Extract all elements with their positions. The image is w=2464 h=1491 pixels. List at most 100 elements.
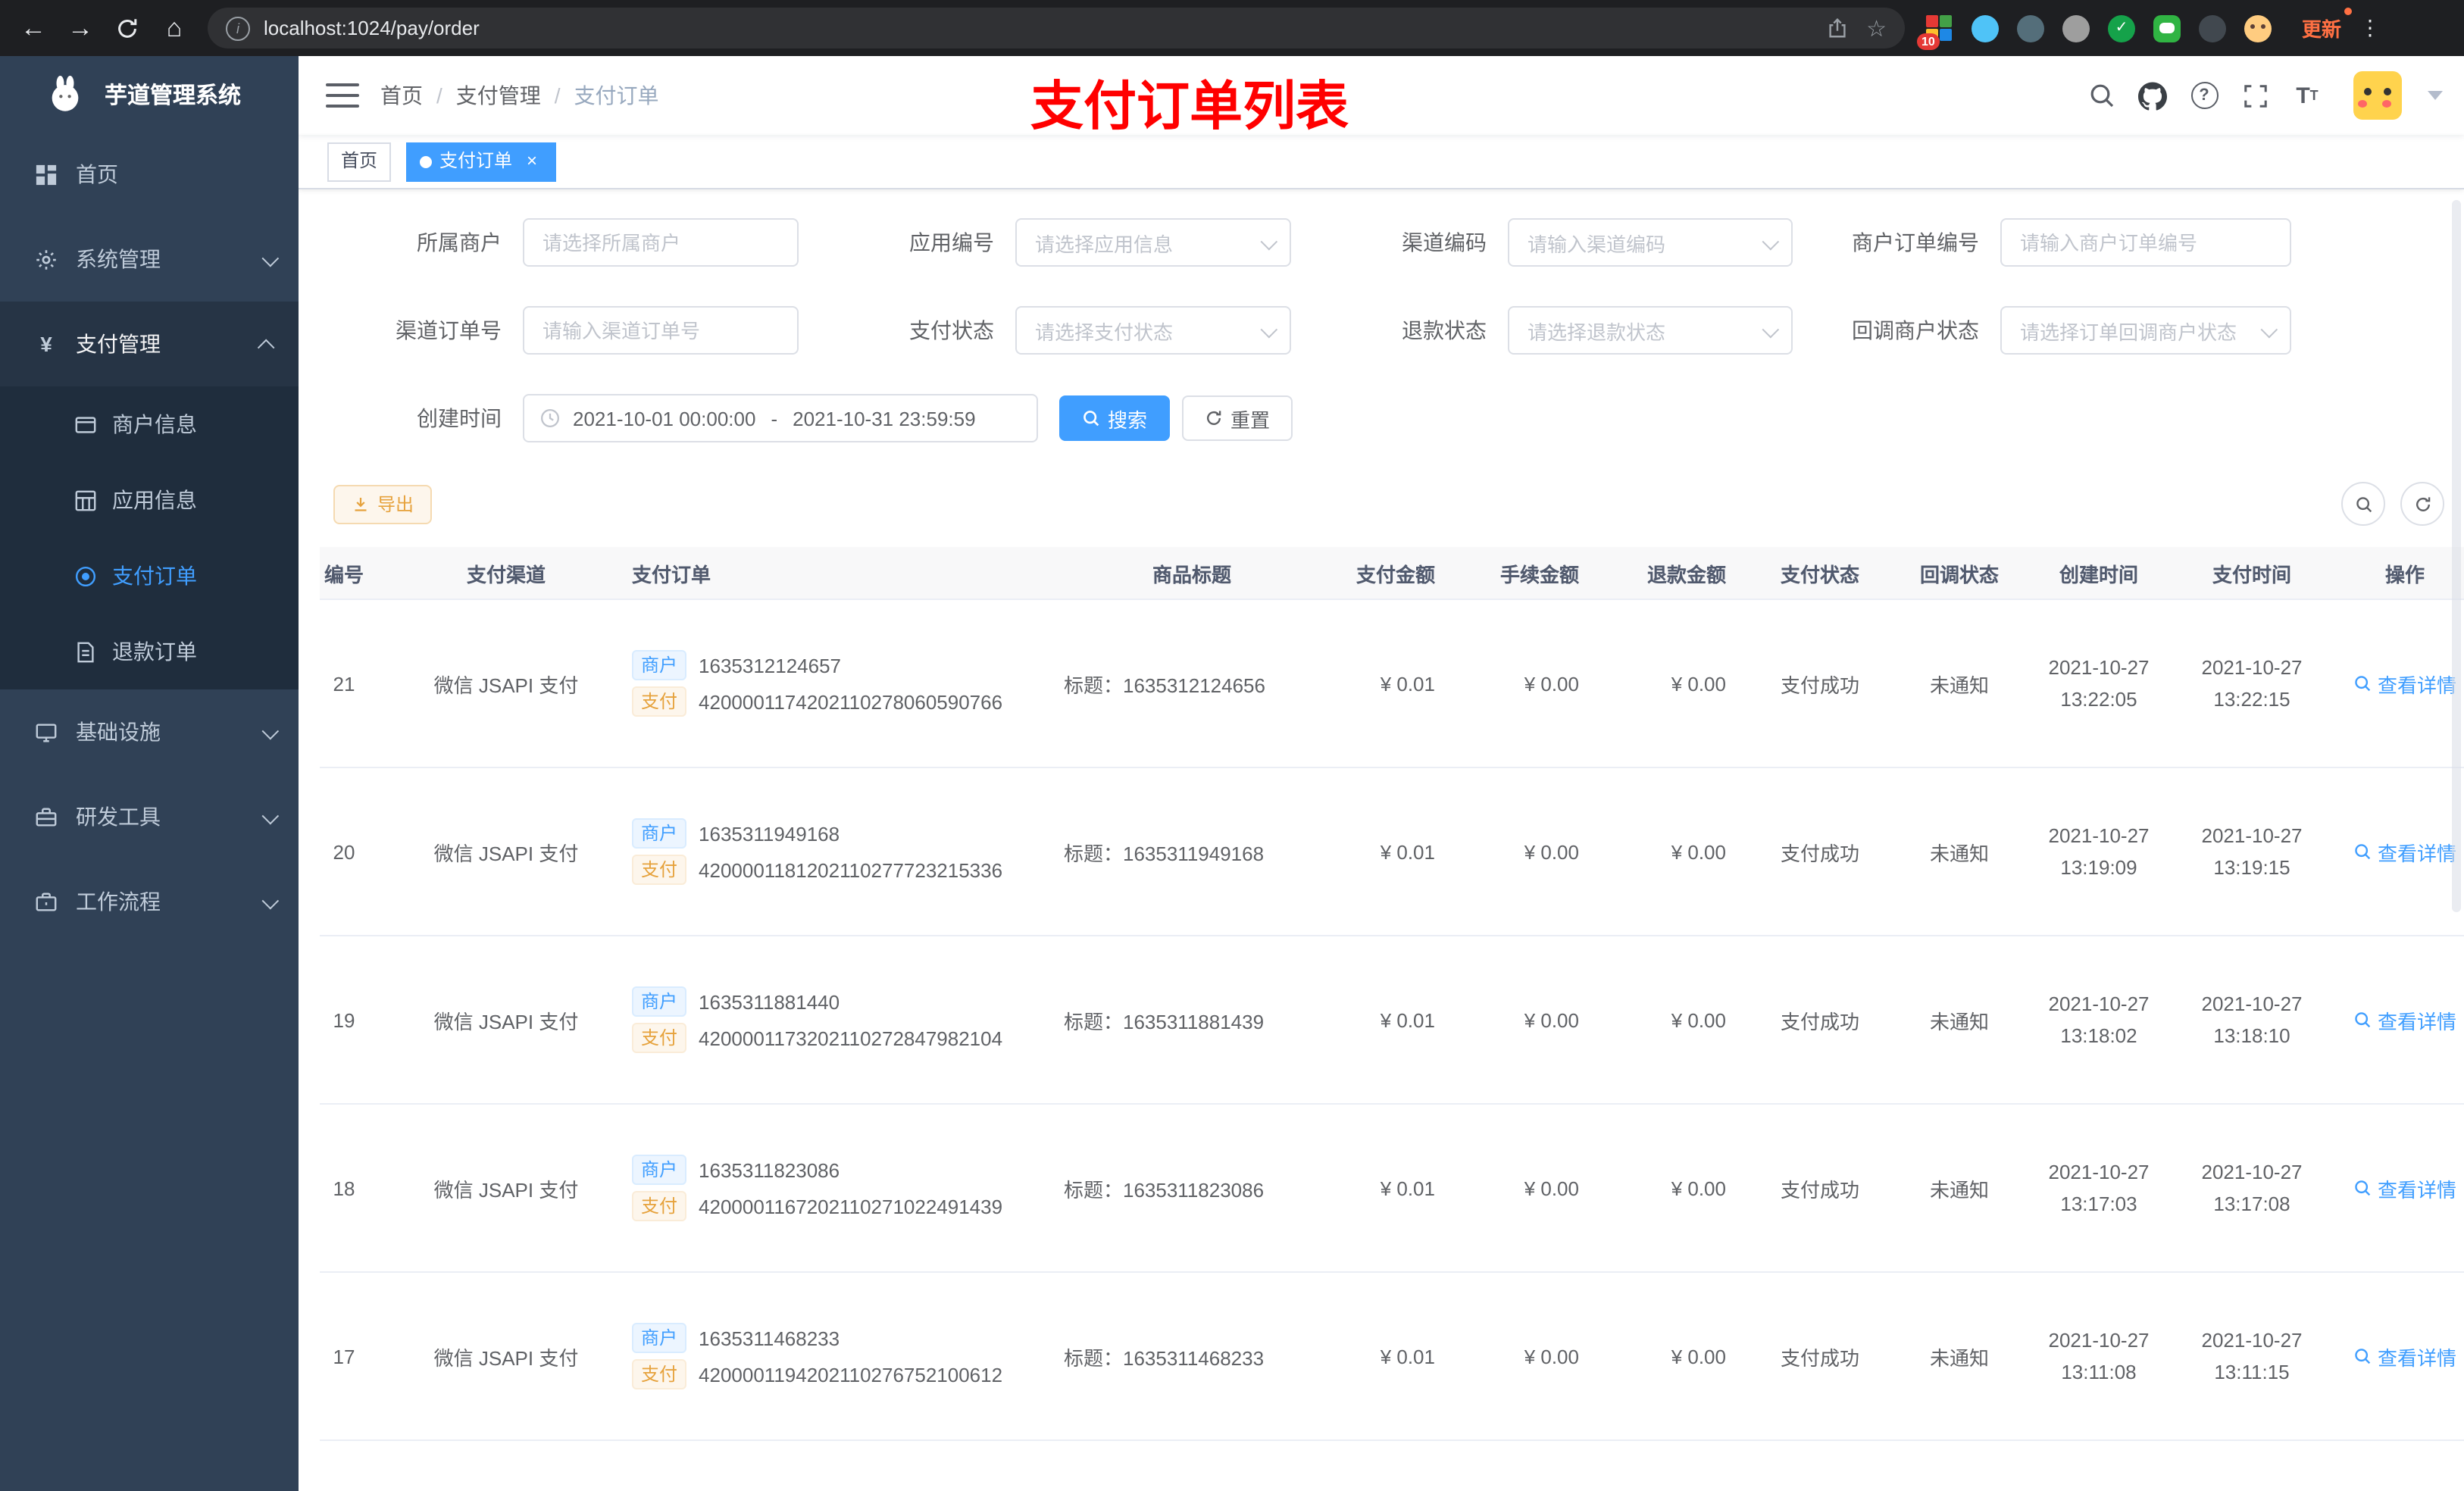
- bookmark-star-icon[interactable]: ☆: [1866, 14, 1887, 42]
- tab-pay-order[interactable]: 支付订单 ×: [406, 142, 557, 181]
- sidebar-item-label: 研发工具: [76, 805, 161, 829]
- tab-home[interactable]: 首页: [327, 142, 392, 181]
- refund-status-select[interactable]: 请选择退款状态: [1508, 306, 1793, 355]
- cell-refund: ¥ 0.00: [1597, 936, 1744, 1105]
- avatar[interactable]: [2353, 71, 2402, 120]
- cell-notify: [1896, 1440, 2023, 1491]
- toggle-search-icon[interactable]: [2341, 482, 2385, 526]
- magnifier-icon: [2355, 676, 2371, 692]
- date-end-value: 2021-10-31 23:59:59: [793, 407, 976, 430]
- table-header-row: 编号 支付渠道 支付订单 商品标题 支付金额 手续金额 退款金额 支付状态 回调…: [320, 547, 2464, 600]
- sidebar-item-payment[interactable]: ¥ 支付管理: [0, 302, 299, 386]
- extension-drop-icon[interactable]: [1972, 14, 1999, 42]
- close-icon[interactable]: ×: [521, 150, 543, 172]
- chevron-down-icon: [261, 247, 280, 271]
- view-detail-link[interactable]: 查看详情: [2353, 1342, 2456, 1371]
- search-button[interactable]: 搜索: [1059, 395, 1171, 441]
- cell-action: 查看详情: [2329, 1272, 2464, 1441]
- col-status: 支付状态: [1744, 547, 1896, 600]
- cell-channel: 微信 JSAPI 支付: [392, 936, 620, 1105]
- cell-channel: 微信 JSAPI 支付: [392, 1272, 620, 1441]
- extension-avatar-icon[interactable]: [2244, 14, 2272, 42]
- sidebar-item-workflow[interactable]: 工作流程: [0, 859, 299, 944]
- channel-code-select[interactable]: 请输入渠道编码: [1508, 218, 1793, 267]
- chevron-down-icon: [1260, 320, 1278, 339]
- sidebar: 芋道管理系统 首页 系统管理 ¥ 支付管理 商户信息 应用信息 支付订单 退款订…: [0, 56, 299, 1491]
- sidebar-item-merchant-info[interactable]: 商户信息: [0, 386, 299, 462]
- table-row[interactable]: 商户 1635311157836 支付: [320, 1440, 2464, 1491]
- extension-gray-icon[interactable]: [2062, 14, 2090, 42]
- help-icon[interactable]: ?: [2190, 81, 2219, 110]
- site-info-icon[interactable]: i: [226, 16, 250, 40]
- table-row[interactable]: 17 微信 JSAPI 支付 商户 1635311468233 支付 42000…: [320, 1272, 2464, 1441]
- extension-dark-icon[interactable]: [2017, 14, 2044, 42]
- breadcrumb-pay-mgmt[interactable]: 支付管理: [456, 80, 541, 111]
- view-detail-link[interactable]: 查看详情: [2353, 1005, 2456, 1034]
- browser-update-button[interactable]: 更新: [2296, 8, 2353, 47]
- cell-id: [320, 1440, 392, 1491]
- notify-status-select[interactable]: 请选择订单回调商户状态: [2000, 306, 2291, 355]
- active-dot-icon: [420, 155, 433, 167]
- sidebar-item-pay-order[interactable]: 支付订单: [0, 538, 299, 614]
- sidebar-item-app-info[interactable]: 应用信息: [0, 462, 299, 538]
- sidebar-item-system[interactable]: 系统管理: [0, 217, 299, 302]
- table-row[interactable]: 19 微信 JSAPI 支付 商户 1635311881440 支付 42000…: [320, 936, 2464, 1105]
- refresh-table-icon[interactable]: [2400, 482, 2444, 526]
- font-size-icon[interactable]: TT: [2293, 81, 2322, 110]
- scrollbar[interactable]: [2452, 200, 2461, 912]
- cell-id: 17: [320, 1272, 392, 1441]
- chevron-down-icon: [261, 889, 280, 914]
- orders-table: 编号 支付渠道 支付订单 商品标题 支付金额 手续金额 退款金额 支付状态 回调…: [320, 547, 2464, 1491]
- circle-dot-icon: [73, 564, 97, 587]
- browser-menu-icon[interactable]: ⋮: [2359, 15, 2381, 41]
- pay-badge: 支付: [632, 1023, 687, 1053]
- sidebar-item-devtools[interactable]: 研发工具: [0, 774, 299, 859]
- date-range-picker[interactable]: 2021-10-01 00:00:00 - 2021-10-31 23:59:5…: [523, 394, 1038, 442]
- export-button[interactable]: 导出: [333, 484, 433, 524]
- table-row[interactable]: 20 微信 JSAPI 支付 商户 1635311949168 支付 42000…: [320, 767, 2464, 936]
- search-icon[interactable]: [2087, 81, 2115, 110]
- browser-refresh-icon[interactable]: [109, 10, 145, 46]
- cell-amount: ¥ 0.01: [1332, 1104, 1453, 1273]
- extension-blocks-icon[interactable]: 10: [1917, 14, 1953, 49]
- table-row[interactable]: 21 微信 JSAPI 支付 商户 1635312124657 支付 42000…: [320, 599, 2464, 768]
- cell-pay-time: 2021-10-27 13:18:10: [2175, 936, 2329, 1105]
- cell-refund: ¥ 0.00: [1597, 1104, 1744, 1273]
- sidebar-item-infra[interactable]: 基础设施: [0, 689, 299, 774]
- hamburger-icon[interactable]: [326, 83, 359, 108]
- cell-notify: 未通知: [1896, 1272, 2023, 1441]
- table-row[interactable]: 18 微信 JSAPI 支付 商户 1635311823086 支付 42000…: [320, 1104, 2464, 1273]
- github-icon[interactable]: [2138, 81, 2167, 110]
- view-detail-link[interactable]: 查看详情: [2353, 669, 2456, 698]
- reset-button[interactable]: 重置: [1182, 395, 1293, 441]
- browser-back-icon[interactable]: ←: [15, 10, 52, 46]
- extension-puzzle-icon[interactable]: [2199, 14, 2226, 42]
- cell-id: 21: [320, 599, 392, 768]
- filter-label: 退款状态: [1402, 318, 1487, 342]
- address-bar[interactable]: i localhost:1024/pay/order ☆: [208, 8, 1905, 48]
- view-detail-link[interactable]: 查看详情: [2353, 837, 2456, 866]
- channel-order-no-input[interactable]: [524, 308, 797, 353]
- merchant-input[interactable]: [524, 220, 797, 265]
- fullscreen-icon[interactable]: [2241, 81, 2270, 110]
- chevron-down-icon[interactable]: [2428, 91, 2443, 100]
- logo-bunny-icon: [45, 74, 85, 114]
- pay-order-no: 4200001181202110277723215336: [699, 858, 1003, 881]
- extension-check-icon[interactable]: [2108, 14, 2135, 42]
- browser-home-icon[interactable]: ⌂: [156, 10, 192, 46]
- pay-status-select[interactable]: 请选择支付状态: [1015, 306, 1291, 355]
- sidebar-item-refund-order[interactable]: 退款订单: [0, 614, 299, 689]
- payment-submenu: 商户信息 应用信息 支付订单 退款订单: [0, 386, 299, 689]
- merchant-order-no-input[interactable]: [2002, 220, 2290, 265]
- sidebar-item-home[interactable]: 首页: [0, 132, 299, 217]
- app-select[interactable]: 请选择应用信息: [1015, 218, 1291, 267]
- breadcrumb-home[interactable]: 首页: [380, 80, 423, 111]
- tab-label: 首页: [341, 150, 378, 171]
- extension-chat-icon[interactable]: [2153, 14, 2181, 42]
- cell-action: 查看详情: [2329, 767, 2464, 936]
- browser-forward-icon[interactable]: →: [62, 10, 98, 46]
- app-logo[interactable]: 芋道管理系统: [0, 56, 299, 132]
- view-detail-link[interactable]: 查看详情: [2353, 1174, 2456, 1202]
- cell-id: 19: [320, 936, 392, 1105]
- share-icon[interactable]: [1825, 17, 1848, 39]
